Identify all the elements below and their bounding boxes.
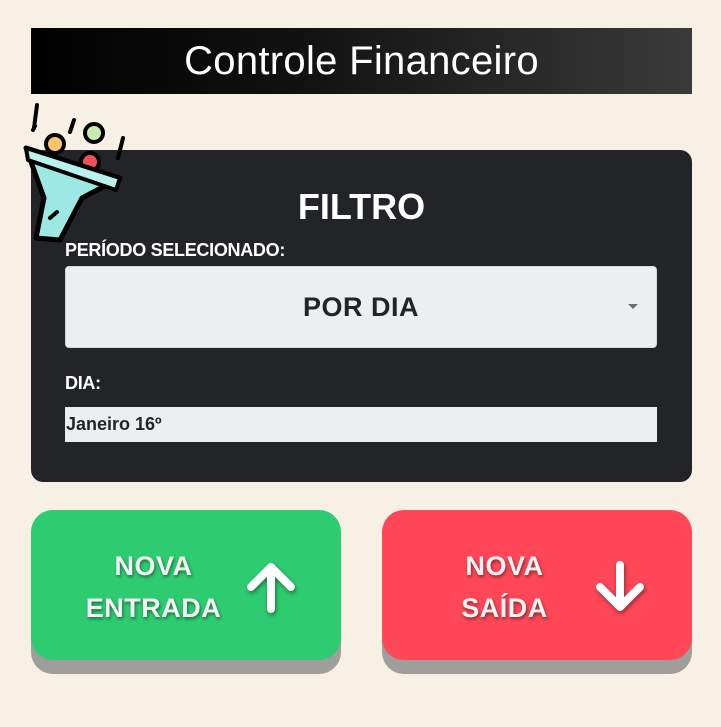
period-label: PERÍODO SELECIONADO: — [65, 240, 286, 260]
app-title: Controle Financeiro — [184, 38, 539, 83]
new-expense-button[interactable]: NOVA SAÍDA — [382, 510, 692, 660]
app-header: Controle Financeiro — [31, 28, 692, 94]
arrow-up-icon — [247, 563, 295, 613]
arrow-down-icon — [596, 561, 644, 611]
day-input[interactable] — [65, 407, 657, 442]
chevron-down-icon — [628, 304, 638, 309]
period-select-value: POR DIA — [302, 291, 419, 322]
new-expense-label: NOVA SAÍDA — [461, 551, 548, 623]
filter-title: FILTRO — [297, 186, 426, 227]
new-income-button[interactable]: NOVA ENTRADA — [31, 510, 341, 660]
period-select[interactable]: POR DIA — [65, 266, 657, 348]
day-label: DIA: — [65, 373, 101, 393]
new-income-label: NOVA ENTRADA — [85, 551, 222, 623]
